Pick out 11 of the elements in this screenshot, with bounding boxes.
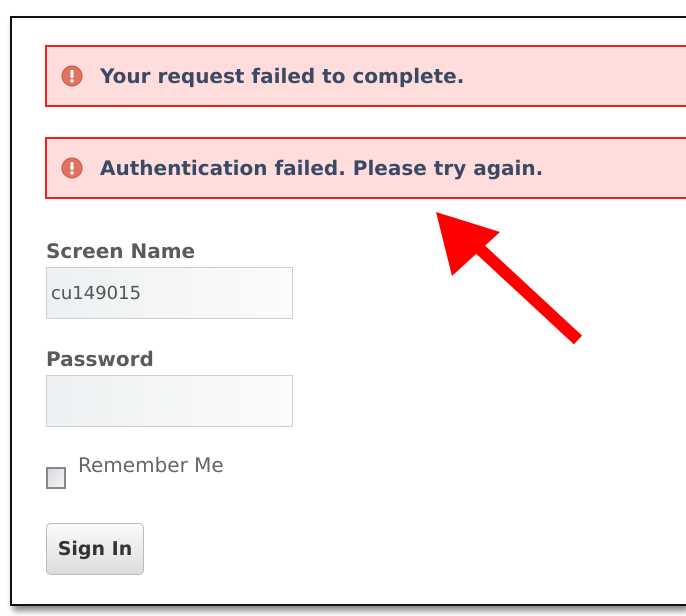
alert-icon <box>61 157 83 179</box>
checkbox[interactable] <box>46 467 66 489</box>
alert-icon <box>61 65 83 87</box>
input-field[interactable]: cu149015 <box>46 267 293 319</box>
input-field[interactable] <box>46 375 293 427</box>
sign-in-button[interactable]: Sign In <box>46 523 144 575</box>
error-text: Authentication failed. Please try again. <box>100 156 544 180</box>
error-text: Your request failed to complete. <box>100 64 464 88</box>
field-label: Screen Name <box>46 239 196 263</box>
field-label: Password <box>46 347 155 371</box>
checkbox-label: Remember Me <box>78 453 224 477</box>
